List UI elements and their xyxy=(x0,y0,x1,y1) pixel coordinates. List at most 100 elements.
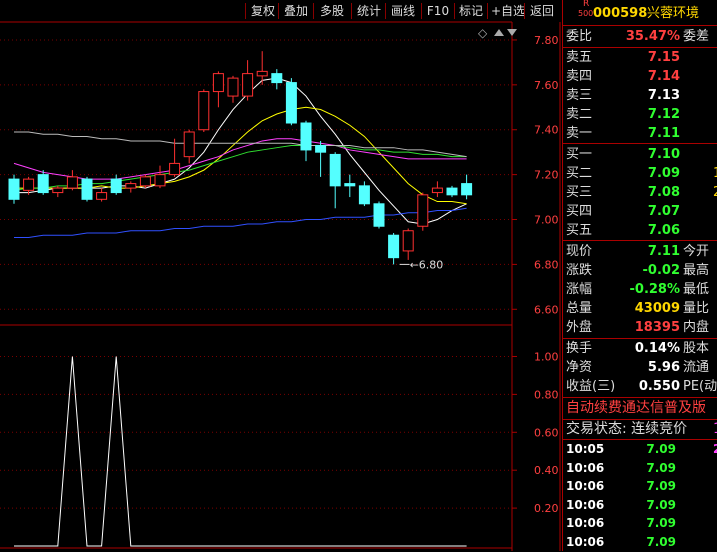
quote2-right-label: 流通 xyxy=(683,360,710,375)
tick-row[interactable]: 10:06 7.09 xyxy=(563,496,717,515)
candle[interactable] xyxy=(8,174,20,204)
candle-body xyxy=(329,153,341,187)
diamond-icon[interactable]: ◇ xyxy=(478,26,488,40)
candle[interactable] xyxy=(329,152,341,209)
candle[interactable] xyxy=(271,69,283,90)
toolbar-button-3[interactable]: 统计 xyxy=(354,1,384,21)
candle[interactable] xyxy=(402,228,414,260)
bids-value: 7.08 xyxy=(647,185,680,200)
bids-row[interactable]: 买四 7.07 xyxy=(563,202,717,221)
asks-row[interactable]: 卖四 7.14 xyxy=(563,67,717,86)
tick-row[interactable]: 10:06 7.09 xyxy=(563,514,717,533)
bids-row[interactable]: 买三 7.08 2 xyxy=(563,183,717,202)
trade-status-text: 交易状态: 连续竞价 xyxy=(566,421,688,437)
candle-body xyxy=(461,183,473,196)
asks-value: 7.11 xyxy=(647,126,680,141)
candle[interactable] xyxy=(446,185,458,198)
asks-row[interactable]: 卖五 7.15 xyxy=(563,48,717,67)
kline-chart[interactable]: 7.80 7.60 7.40 7.20 7.00 6.80 6.60 1.00 0.80 0.60… xyxy=(0,0,562,551)
quote2-row[interactable]: 净资 5.96 流通 xyxy=(563,358,717,377)
candle[interactable] xyxy=(373,201,385,229)
toolbar-button-1[interactable]: 叠加 xyxy=(281,1,311,21)
bids-row[interactable]: 买一 7.10 xyxy=(563,145,717,164)
bids-value: 7.09 xyxy=(647,166,680,181)
candle[interactable] xyxy=(285,78,297,126)
candle[interactable] xyxy=(388,232,400,265)
candle[interactable] xyxy=(66,170,78,191)
candle-body xyxy=(344,183,356,187)
asks-value: 7.14 xyxy=(647,69,680,84)
candle[interactable] xyxy=(212,71,224,108)
candle[interactable] xyxy=(96,188,108,202)
candle[interactable] xyxy=(139,174,151,189)
candle[interactable] xyxy=(81,176,93,202)
indicator-axis-label: 0.40 xyxy=(534,464,559,477)
quote2-row[interactable]: 收益(三) 0.550 PE(动 xyxy=(563,377,717,396)
price-axis-label: 6.60 xyxy=(534,303,559,316)
bids-row[interactable]: 买五 7.06 xyxy=(563,221,717,240)
candle-body xyxy=(37,174,49,194)
asks-label: 卖二 xyxy=(566,107,593,122)
candle[interactable] xyxy=(154,165,166,189)
quote1-label: 现价 xyxy=(566,244,593,259)
toolbar-button-7[interactable]: +自选 xyxy=(490,1,526,21)
candle[interactable] xyxy=(300,120,312,162)
candle[interactable] xyxy=(242,60,254,101)
up-triangle-icon[interactable] xyxy=(494,29,504,36)
candle[interactable] xyxy=(417,192,429,231)
asks-row[interactable]: 卖二 7.12 xyxy=(563,105,717,124)
candle-body xyxy=(300,122,312,151)
candle[interactable] xyxy=(198,89,210,132)
candle-body xyxy=(125,183,137,189)
candle-body xyxy=(23,178,35,191)
toolbar-button-5[interactable]: F10 xyxy=(424,1,452,21)
tick-row[interactable]: 10:06 7.09 xyxy=(563,459,717,478)
quote1-row[interactable]: 现价 7.11 今开 xyxy=(563,242,717,261)
candle[interactable] xyxy=(110,174,122,195)
toolbar-button-0[interactable]: 复权 xyxy=(248,1,278,21)
candle[interactable] xyxy=(358,181,370,207)
candle[interactable] xyxy=(52,185,64,198)
bids-label: 买二 xyxy=(566,166,593,181)
bids-label: 买一 xyxy=(566,147,593,162)
indicator-axis-label: 1.00 xyxy=(534,350,559,363)
toolbar-separator xyxy=(278,3,279,19)
candle-body xyxy=(256,70,268,77)
candle[interactable] xyxy=(227,75,239,103)
toolbar-separator xyxy=(351,3,352,19)
quote2-value: 5.96 xyxy=(647,360,680,375)
asks-row[interactable]: 卖三 7.13 xyxy=(563,86,717,105)
tick-row[interactable]: 10:06 7.09 xyxy=(563,533,717,552)
candle-body xyxy=(96,192,108,200)
quote1-row[interactable]: 涨跌 -0.02 最高 xyxy=(563,261,717,280)
candle-body xyxy=(183,131,195,158)
asks-row[interactable]: 卖一 7.11 xyxy=(563,124,717,143)
candle[interactable] xyxy=(344,174,356,198)
quote1-row[interactable]: 总量 43009 量比 xyxy=(563,299,717,318)
candle[interactable] xyxy=(169,138,181,177)
quote2-row[interactable]: 换手 0.14% 股本 xyxy=(563,339,717,358)
candle-body xyxy=(373,203,385,227)
indicator-line xyxy=(14,356,467,547)
candle-body xyxy=(81,178,93,200)
bids-value: 7.06 xyxy=(647,223,680,238)
toolbar-button-6[interactable]: 标记 xyxy=(457,1,485,21)
quote1-row[interactable]: 外盘 18395 内盘 xyxy=(563,318,717,337)
candle[interactable] xyxy=(183,129,195,164)
toolbar-button-2[interactable]: 多股 xyxy=(316,1,348,21)
quote2-value: 0.550 xyxy=(638,379,680,394)
stock-header[interactable]: R 500 000598 兴蓉环境 xyxy=(563,0,717,24)
down-triangle-icon[interactable] xyxy=(507,29,517,36)
toolbar-button-4[interactable]: 画线 xyxy=(388,1,418,21)
candle[interactable] xyxy=(315,140,327,177)
toolbar-button-8[interactable]: 返回 xyxy=(527,1,557,21)
candle[interactable] xyxy=(431,181,443,198)
candle[interactable] xyxy=(125,181,137,193)
candle[interactable] xyxy=(461,174,473,200)
candle[interactable] xyxy=(37,170,49,195)
quote1-row[interactable]: 涨幅 -0.28% 最低 xyxy=(563,280,717,299)
tick-row[interactable]: 10:05 7.09 2 xyxy=(563,440,717,459)
bids-row[interactable]: 买二 7.09 1 xyxy=(563,164,717,183)
tick-row[interactable]: 10:06 7.09 xyxy=(563,477,717,496)
marquee[interactable]: 自动续费通达信普及版 xyxy=(563,399,717,418)
